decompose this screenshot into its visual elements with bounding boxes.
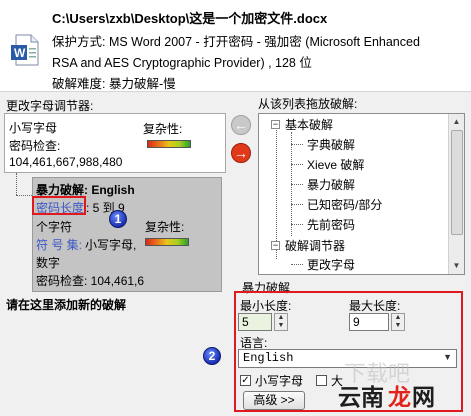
arrow-right-icon[interactable]: →	[231, 143, 251, 163]
tree-connector	[16, 173, 17, 195]
attack-tree[interactable]: − 基本破解 字典破解 Xieve 破解 暴力破解 已知密码/部分 先前密码 −…	[258, 113, 465, 275]
svg-text:云南: 云南	[338, 385, 384, 411]
scroll-thumb[interactable]	[451, 130, 463, 235]
svg-text:龙: 龙	[388, 385, 411, 411]
tree-item-previous-passwords[interactable]: 先前密码	[307, 216, 355, 233]
tree-item-dictionary[interactable]: 字典破解	[307, 136, 355, 153]
charset-label[interactable]: 符 号 集:	[36, 236, 82, 253]
attack-complexity-label: 复杂性:	[145, 220, 185, 234]
advanced-button[interactable]: 高级 >>	[243, 391, 305, 410]
scroll-down-icon[interactable]: ▼	[451, 260, 462, 271]
language-select-value: English	[243, 351, 294, 365]
word-document-icon: W	[11, 34, 39, 66]
tree-item-change-case[interactable]: 更改字母	[307, 256, 355, 273]
password-check-value: 104,461,667,988,480	[9, 155, 123, 169]
uppercase-checkbox[interactable]	[316, 375, 327, 386]
file-info-header: W C:\Users\zxb\Desktop\这是一个加密文件.docx 保护方…	[0, 0, 471, 92]
lowercase-checkbox[interactable]: ✓	[240, 375, 251, 386]
collapse-icon[interactable]: −	[271, 120, 280, 129]
site-watermark-logo: 下载吧 云南 龙 网	[338, 362, 435, 411]
max-length-stepper[interactable]: ▲ ▼	[391, 313, 405, 331]
password-check-label: 密码检查:	[9, 139, 61, 153]
complexity-bar	[147, 140, 191, 148]
tree-connector	[291, 264, 303, 265]
charset-digits: 数字	[36, 256, 61, 270]
tree-connector	[291, 144, 303, 145]
scroll-up-icon[interactable]: ▲	[451, 116, 462, 127]
attack-complexity-bar	[145, 238, 189, 246]
max-length-input[interactable]: 9	[349, 313, 389, 331]
lowercase-modifier-card[interactable]: 小写字母 复杂性: 密码检查: 104,461,667,988,480	[4, 113, 226, 173]
crack-difficulty: 破解难度: 暴力破解-慢	[52, 77, 176, 91]
charset-value: 小写字母,	[85, 238, 137, 252]
callout-badge-1: 1	[109, 210, 127, 228]
min-length-input[interactable]: 5	[238, 313, 272, 331]
callout-badge-2: 2	[203, 347, 221, 365]
tree-scrollbar[interactable]: ▲ ▼	[448, 114, 464, 274]
max-length-label: 最大长度:	[349, 299, 401, 313]
lowercase-title: 小写字母	[9, 121, 58, 135]
password-length-label[interactable]: 密码长度	[36, 199, 84, 216]
complexity-label: 复杂性:	[143, 122, 183, 136]
tree-connector	[291, 164, 303, 165]
tree-item-xieve[interactable]: Xieve 破解	[307, 156, 364, 173]
chars-label: 个字符	[36, 220, 73, 234]
svg-text:W: W	[14, 46, 26, 60]
modifier-group-title: 更改字母调节器:	[6, 99, 94, 113]
svg-text:网: 网	[412, 385, 435, 411]
protection-provider: RSA and AES Cryptographic Provider) , 12…	[52, 56, 312, 70]
tree-item-known-password[interactable]: 已知密码/部分	[307, 196, 382, 213]
file-path: C:\Users\zxb\Desktop\这是一个加密文件.docx	[52, 11, 328, 26]
tree-connector	[291, 224, 303, 225]
attack-list-title: 从该列表拖放破解:	[258, 97, 358, 111]
min-length-label: 最小长度:	[240, 299, 292, 313]
add-attack-drop-zone[interactable]: 请在这里添加新的破解	[6, 296, 126, 313]
attack-password-check: 密码检查: 104,461,6	[36, 274, 145, 288]
tree-item-brute-force[interactable]: 暴力破解	[307, 176, 355, 193]
min-length-stepper[interactable]: ▲ ▼	[274, 313, 288, 331]
svg-text:下载吧: 下载吧	[344, 362, 410, 387]
tree-connector	[276, 124, 277, 259]
lowercase-checkbox-label: 小写字母	[255, 374, 304, 388]
tree-item-basic-attacks[interactable]: 基本破解	[285, 116, 333, 133]
collapse-icon[interactable]: −	[271, 241, 280, 250]
tree-item-attack-modifiers[interactable]: 破解调节器	[285, 237, 345, 254]
tree-connector	[291, 184, 303, 185]
tree-connector	[16, 195, 32, 196]
arrow-left-icon[interactable]: ←	[231, 115, 251, 135]
tree-connector	[291, 204, 303, 205]
protection-method: 保护方式: MS Word 2007 - 打开密码 - 强加密 (Microso…	[52, 35, 420, 49]
brute-force-attack-card[interactable]: 暴力破解: English 密码长度 : 5 到 9 1 个字符 复杂性: 符 …	[32, 177, 222, 292]
